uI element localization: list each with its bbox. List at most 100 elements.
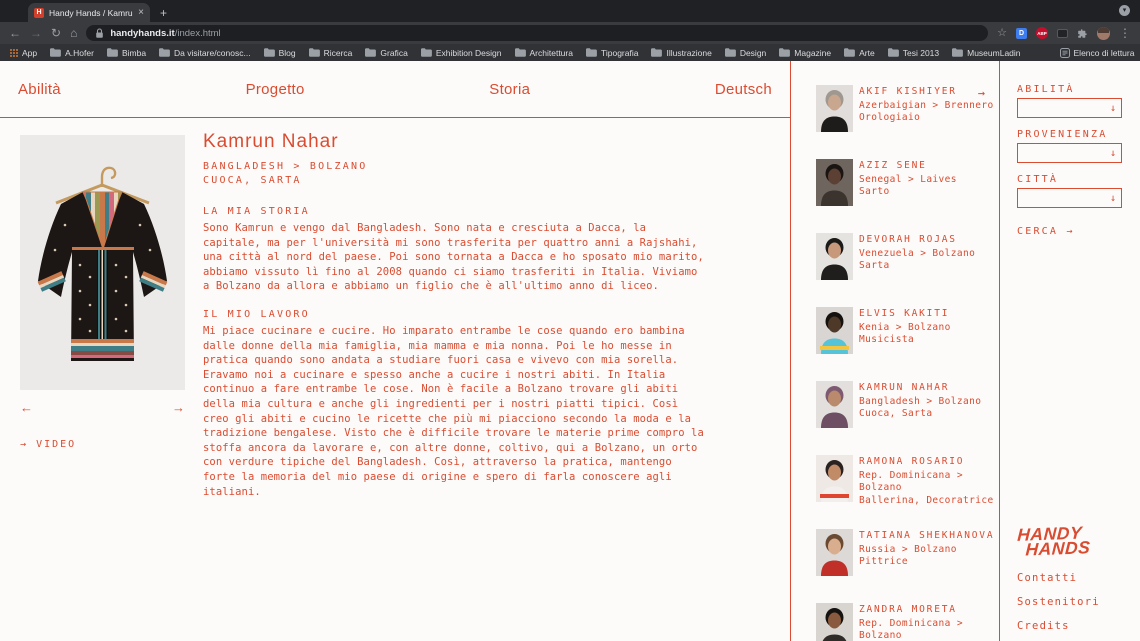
list-item-person[interactable]: ELVIS KAKITI Kenia > Bolzano Musicista <box>816 307 999 354</box>
reload-button[interactable]: ↻ <box>51 27 61 39</box>
apps-grid-icon <box>10 48 18 57</box>
avatar <box>816 603 853 641</box>
bookmark-item[interactable]: Bimba <box>106 48 146 58</box>
person-info: DEVORAH ROJAS Venezuela > Bolzano Sarta <box>859 233 975 280</box>
url-text: handyhands.it/index.html <box>110 28 220 39</box>
list-item-person[interactable]: DEVORAH ROJAS Venezuela > Bolzano Sarta <box>816 233 999 280</box>
bookmark-item[interactable]: Ricerca <box>308 47 353 58</box>
person-route: Rep. Dominicana > Bolzano <box>859 469 964 494</box>
prev-image-arrow[interactable]: ← <box>20 400 33 415</box>
chevron-down-icon: ↓ <box>1109 192 1116 204</box>
menu-icon[interactable]: ⋮ <box>1119 27 1131 39</box>
person-info: KAMRUN NAHAR Bangladesh > Bolzano Cuoca,… <box>859 381 981 428</box>
footer-link-sostenitori[interactable]: Sostenitori <box>1017 596 1122 608</box>
forward-button[interactable]: → <box>30 27 42 39</box>
bookmark-item[interactable]: A.Hofer <box>50 48 94 58</box>
extensions-puzzle-icon[interactable] <box>1077 28 1088 39</box>
extension-dark-icon[interactable] <box>1057 28 1068 38</box>
nav-item-deutsch[interactable]: Deutsch <box>715 81 772 98</box>
person-roles: Ballerina, Decoratrice <box>859 494 994 506</box>
browser-window: H Handy Hands / Kamrun × + ▾ ← → ↻ ⌂ han… <box>0 0 1140 641</box>
profile-content: ← → → VIDEO Kamrun Nahar BANGLADESH > BO… <box>0 118 790 499</box>
handy-hands-logo[interactable]: HANDY HANDS <box>1016 523 1123 560</box>
arrow-right-icon: → <box>20 439 29 450</box>
bookmark-label: MuseumLadin <box>967 47 1021 58</box>
list-item-person[interactable]: TATIANA SHEKHANOVA Russia > Bolzano Pitt… <box>816 529 999 576</box>
profile-avatar[interactable] <box>1097 26 1110 40</box>
bookmark-label: Arte <box>859 47 875 58</box>
home-button[interactable]: ⌂ <box>70 27 77 39</box>
tab-close-icon[interactable]: × <box>138 7 144 18</box>
chevron-down-icon: ↓ <box>1109 147 1116 159</box>
bookmark-star-icon[interactable]: ☆ <box>997 27 1007 39</box>
next-image-arrow[interactable]: → <box>172 400 185 415</box>
provenienza-select[interactable]: ↓ <box>1017 143 1122 163</box>
person-name: ZANDRA MORETA <box>859 604 957 615</box>
extension-d-icon[interactable]: D <box>1016 27 1027 39</box>
bookmark-label: Ricerca <box>323 47 353 58</box>
nav-item-abilita[interactable]: Abilità <box>18 81 61 98</box>
bookmark-item[interactable]: MuseumLadin <box>952 47 1021 58</box>
extension-abp-icon[interactable]: ABP <box>1036 27 1048 39</box>
browser-tab[interactable]: H Handy Hands / Kamrun × <box>28 3 150 22</box>
bookmark-item[interactable]: Da visitare/conosc... <box>159 48 251 58</box>
abilita-select[interactable]: ↓ <box>1017 98 1122 118</box>
video-link[interactable]: → VIDEO <box>20 439 203 450</box>
citta-label: CITTÀ <box>1017 174 1059 185</box>
url-path: /index.html <box>174 27 221 39</box>
abilita-label: ABILITÀ <box>1017 84 1075 95</box>
list-item-person[interactable]: KAMRUN NAHAR Bangladesh > Bolzano Cuoca,… <box>816 381 999 428</box>
site-nav: Abilità Progetto Storia Deutsch <box>0 61 790 118</box>
bookmark-label: Illustrazione <box>666 47 712 58</box>
person-roles: Pittrice <box>859 556 908 567</box>
people-list: AKIF KISHIYER Azerbaigian > Brennero Oro… <box>790 61 1000 641</box>
back-button[interactable]: ← <box>9 27 21 39</box>
avatar <box>816 529 853 576</box>
citta-select[interactable]: ↓ <box>1017 188 1122 208</box>
address-bar[interactable]: handyhands.it/index.html <box>86 25 989 41</box>
folder-icon <box>514 48 526 57</box>
list-item-person[interactable]: RAMONA ROSARIO Rep. Dominicana > Bolzano… <box>816 455 999 506</box>
bookmark-item[interactable]: Illustrazione <box>651 47 712 58</box>
bookmark-item[interactable]: Architettura <box>514 48 573 58</box>
folder-icon <box>308 48 320 57</box>
cerca-button[interactable]: CERCA → <box>1017 226 1122 237</box>
list-item-person[interactable]: AZIZ SENE Senegal > Laives Sarto <box>816 159 999 206</box>
bookmarks-list: App A.Hofer Bimba Da visitare/conosc... … <box>10 48 1021 58</box>
media-column: ← → → VIDEO <box>0 131 203 499</box>
folder-icon <box>263 48 275 57</box>
person-route: Venezuela > Bolzano <box>859 247 976 259</box>
bookmark-item[interactable]: App <box>10 48 37 58</box>
bookmark-item[interactable]: Tesi 2013 <box>887 48 939 58</box>
new-tab-button[interactable]: + <box>160 6 167 22</box>
person-roles: Musicista <box>859 334 915 345</box>
bookmark-item[interactable]: Grafica <box>365 47 408 58</box>
bookmark-item[interactable]: Magazine <box>779 48 831 58</box>
folder-icon <box>844 48 856 57</box>
tab-search-icon[interactable]: ▾ <box>1119 5 1130 16</box>
bookmark-item[interactable]: Design <box>724 48 766 58</box>
bookmark-label: Grafica <box>380 47 408 58</box>
work-section: IL MIO LAVORO Mi piace cucinare e cucire… <box>203 309 718 499</box>
reading-list-button[interactable]: Elenco di lettura <box>1059 47 1134 58</box>
nav-item-progetto[interactable]: Progetto <box>246 81 305 98</box>
person-route: Rep. Dominicana > Bolzano <box>859 617 964 641</box>
person-info: TATIANA SHEKHANOVA Russia > Bolzano Pitt… <box>859 529 994 576</box>
bookmark-item[interactable]: Blog <box>263 48 296 58</box>
footer-link-contatti[interactable]: Contatti <box>1017 572 1122 584</box>
person-name: ELVIS KAKITI <box>859 308 950 319</box>
list-item-person[interactable]: AKIF KISHIYER Azerbaigian > Brennero Oro… <box>816 85 999 132</box>
bookmark-item[interactable]: Arte <box>844 48 875 58</box>
image-carousel-controls: ← → <box>20 400 185 415</box>
main-column: Abilità Progetto Storia Deutsch ← → → VI… <box>0 61 790 641</box>
provenienza-label: PROVENIENZA <box>1017 129 1108 140</box>
nav-item-storia[interactable]: Storia <box>489 81 530 98</box>
bookmark-label: Da visitare/conosc... <box>174 47 251 58</box>
folder-icon <box>651 48 663 57</box>
browser-toolbar: ← → ↻ ⌂ handyhands.it/index.html ☆ D ABP… <box>0 22 1140 44</box>
footer-link-credits[interactable]: Credits <box>1017 620 1122 632</box>
list-item-person[interactable]: ZANDRA MORETA Rep. Dominicana > Bolzano … <box>816 603 999 641</box>
bookmark-item[interactable]: Exhibition Design <box>420 48 502 58</box>
person-info: ZANDRA MORETA Rep. Dominicana > Bolzano … <box>859 603 999 641</box>
bookmark-item[interactable]: Tipografia <box>585 48 638 58</box>
